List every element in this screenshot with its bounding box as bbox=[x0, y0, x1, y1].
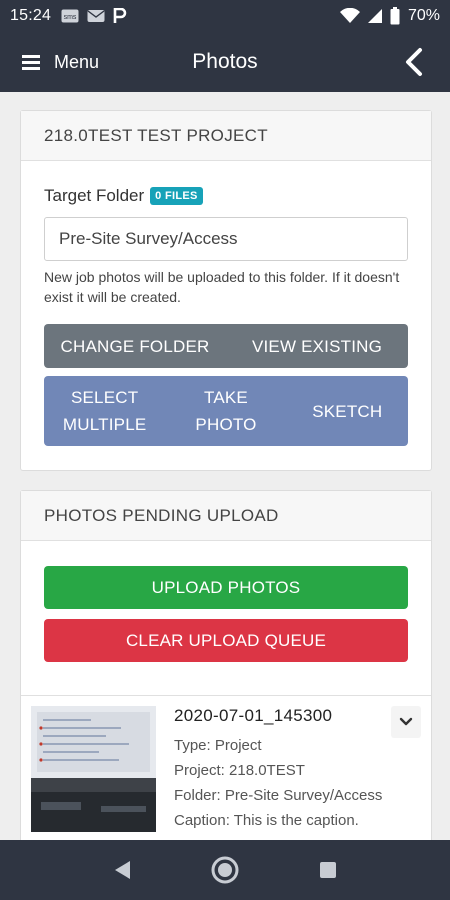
folder-help-text: New job photos will be uploaded to this … bbox=[44, 269, 400, 305]
battery-icon bbox=[390, 7, 400, 25]
files-count-badge: 0 FILES bbox=[150, 187, 203, 205]
project-title: 218.0TEST TEST PROJECT bbox=[21, 111, 431, 161]
parking-icon bbox=[113, 8, 127, 23]
photo-type: Type: Project bbox=[174, 737, 262, 754]
app-bar: Menu Photos bbox=[0, 32, 450, 92]
select-multiple-label-1: SELECT bbox=[70, 388, 139, 407]
photo-thumbnail-image bbox=[31, 706, 156, 832]
pending-upload-title: PHOTOS PENDING UPLOAD bbox=[21, 491, 431, 541]
triangle-back-icon bbox=[114, 861, 130, 879]
target-folder-row: Target Folder 0 FILES bbox=[44, 186, 203, 206]
project-card: 218.0TEST TEST PROJECT Target Folder 0 F… bbox=[20, 110, 432, 471]
list-item[interactable]: 2020-07-01_145300 Type: Project Project:… bbox=[21, 695, 431, 851]
target-folder-label: Target Folder bbox=[44, 186, 145, 205]
sketch-button[interactable]: SKETCH bbox=[287, 376, 408, 446]
menu-label: Menu bbox=[54, 51, 100, 72]
photo-thumbnail[interactable] bbox=[31, 706, 156, 832]
select-multiple-button[interactable]: SELECT MULTIPLE bbox=[44, 376, 165, 446]
svg-text:sms: sms bbox=[64, 14, 77, 21]
wifi-icon bbox=[339, 8, 360, 23]
nav-back-button[interactable] bbox=[102, 850, 142, 890]
upload-photos-button[interactable]: UPLOAD PHOTOS bbox=[44, 566, 408, 609]
square-recents-icon bbox=[320, 862, 337, 878]
clear-upload-queue-button[interactable]: CLEAR UPLOAD QUEUE bbox=[44, 619, 408, 662]
mail-icon bbox=[87, 10, 105, 22]
chevron-down-icon bbox=[399, 717, 413, 726]
chevron-left-icon bbox=[406, 48, 422, 76]
system-nav-bar bbox=[0, 840, 450, 900]
nav-recents-button[interactable] bbox=[308, 850, 348, 890]
status-bar: 15:24 sms 70% bbox=[0, 0, 450, 32]
folder-button-group: CHANGE FOLDER VIEW EXISTING bbox=[44, 324, 408, 368]
photo-folder: Folder: Pre-Site Survey/Access bbox=[174, 787, 383, 804]
photo-name: 2020-07-01_145300 bbox=[174, 706, 333, 725]
notification-icons: sms bbox=[61, 8, 127, 24]
target-folder-input[interactable] bbox=[44, 217, 408, 261]
nav-home-button[interactable] bbox=[205, 850, 245, 890]
pending-upload-card: PHOTOS PENDING UPLOAD UPLOAD PHOTOS CLEA… bbox=[20, 490, 432, 850]
select-multiple-label-2: MULTIPLE bbox=[62, 415, 147, 434]
change-folder-button[interactable]: CHANGE FOLDER bbox=[44, 324, 226, 368]
take-photo-label-2: PHOTO bbox=[195, 415, 257, 434]
hamburger-icon bbox=[22, 55, 40, 70]
circle-home-icon bbox=[211, 856, 239, 884]
photo-project: Project: 218.0TEST bbox=[174, 762, 305, 779]
battery-percent: 70% bbox=[407, 7, 440, 24]
photo-caption: Caption: This is the caption. bbox=[174, 812, 359, 829]
take-photo-label-1: TAKE bbox=[204, 388, 248, 407]
capture-button-group: SELECT MULTIPLE TAKE PHOTO SKETCH bbox=[44, 376, 408, 446]
back-button[interactable] bbox=[400, 46, 430, 78]
signal-icon bbox=[367, 9, 382, 23]
take-photo-button[interactable]: TAKE PHOTO bbox=[165, 376, 286, 446]
sms-icon: sms bbox=[61, 9, 79, 23]
menu-button[interactable]: Menu bbox=[22, 52, 99, 73]
expand-button[interactable] bbox=[391, 706, 421, 738]
view-existing-button[interactable]: VIEW EXISTING bbox=[226, 324, 408, 368]
photo-details: Type: Project Project: 218.0TEST Folder:… bbox=[174, 733, 382, 833]
status-time: 15:24 bbox=[10, 7, 52, 24]
